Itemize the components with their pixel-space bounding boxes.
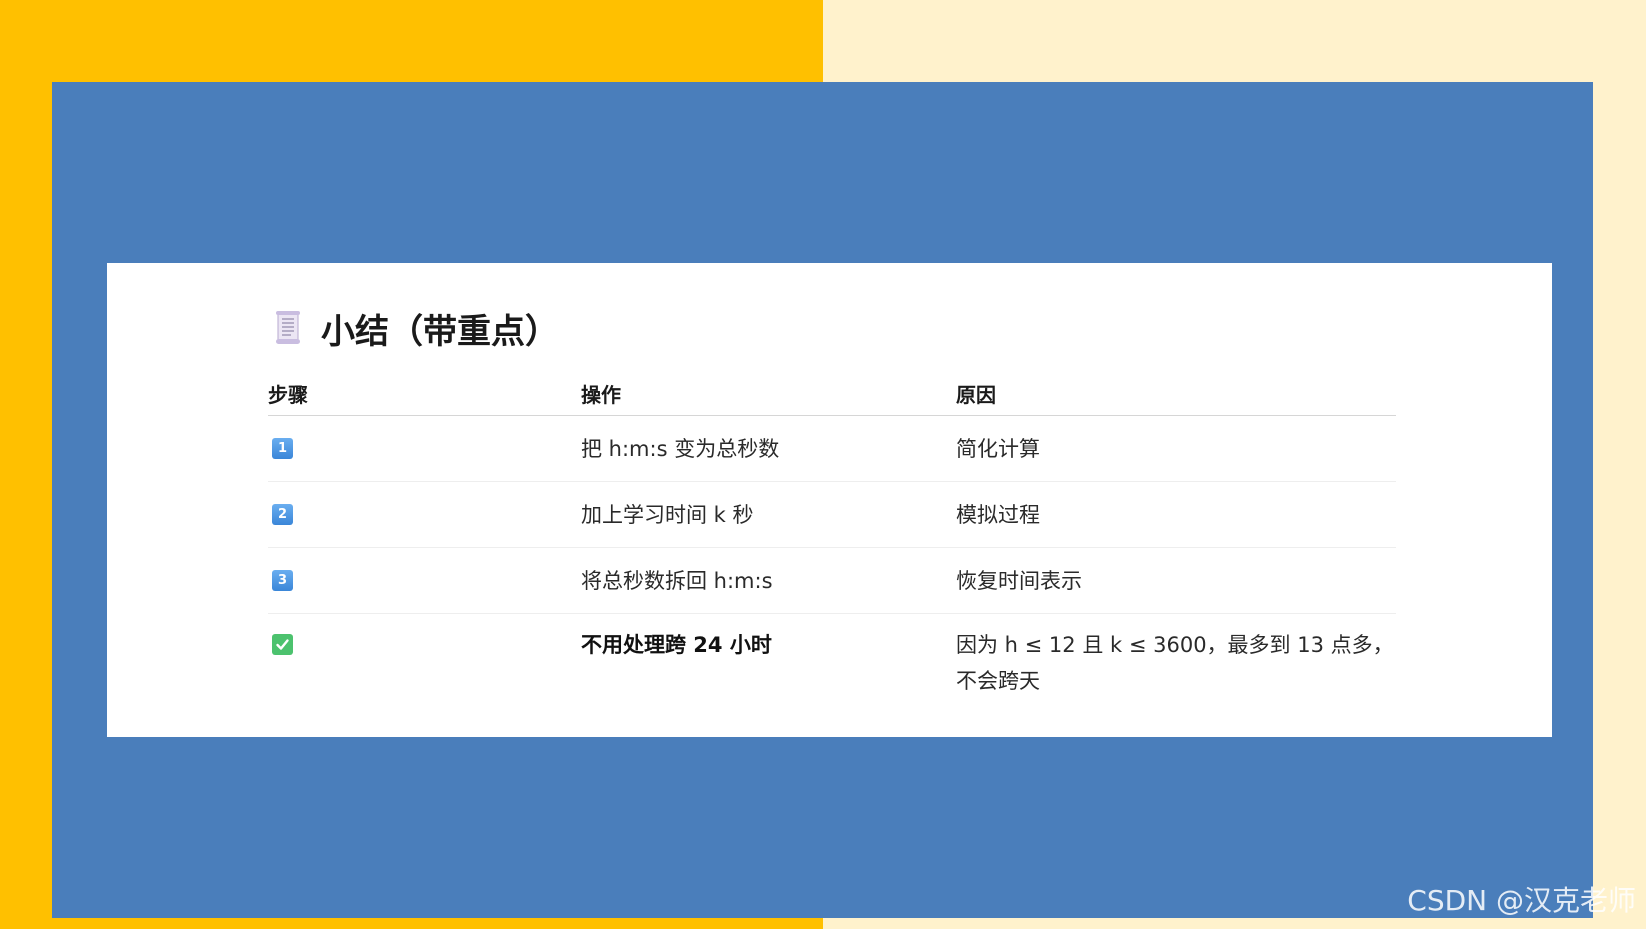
action-cell: 将总秒数拆回 h:m:s <box>581 568 773 593</box>
table-row: 2 加上学习时间 k 秒 模拟过程 <box>268 482 1396 548</box>
table-row: 1 把 h:m:s 变为总秒数 简化计算 <box>268 416 1396 482</box>
header-step: 步骤 <box>268 383 308 407</box>
table-header-row: 步骤 操作 原因 <box>268 372 1396 416</box>
action-cell: 加上学习时间 k 秒 <box>581 502 754 527</box>
keycap-1-icon: 1 <box>272 438 293 459</box>
page-title: 小结（带重点） <box>321 311 559 352</box>
table-row: 3 将总秒数拆回 h:m:s 恢复时间表示 <box>268 548 1396 614</box>
reason-cell: 因为 h ≤ 12 且 k ≤ 3600，最多到 13 点多，不会跨天 <box>956 633 1394 693</box>
scroll-icon <box>273 310 303 346</box>
summary-table: 步骤 操作 原因 1 把 h:m:s 变为总秒数 简化计算 2 加上学习时间 k… <box>268 372 1396 710</box>
step-cell: 1 <box>268 438 581 459</box>
header-action: 操作 <box>581 383 621 407</box>
reason-cell: 简化计算 <box>956 436 1040 461</box>
step-cell <box>268 614 581 655</box>
header-reason: 原因 <box>956 383 996 407</box>
step-cell: 2 <box>268 504 581 525</box>
watermark: CSDN @汉克老师 <box>1407 884 1636 917</box>
reason-cell: 模拟过程 <box>956 502 1040 527</box>
keycap-2-icon: 2 <box>272 504 293 525</box>
check-mark-icon <box>272 634 293 655</box>
section-heading: 小结（带重点） <box>273 303 559 353</box>
action-cell: 把 h:m:s 变为总秒数 <box>581 436 780 461</box>
action-cell: 不用处理跨 24 小时 <box>581 633 772 657</box>
keycap-3-icon: 3 <box>272 570 293 591</box>
table-row: 不用处理跨 24 小时 因为 h ≤ 12 且 k ≤ 3600，最多到 13 … <box>268 614 1396 710</box>
step-cell: 3 <box>268 570 581 591</box>
reason-cell: 恢复时间表示 <box>956 568 1082 593</box>
